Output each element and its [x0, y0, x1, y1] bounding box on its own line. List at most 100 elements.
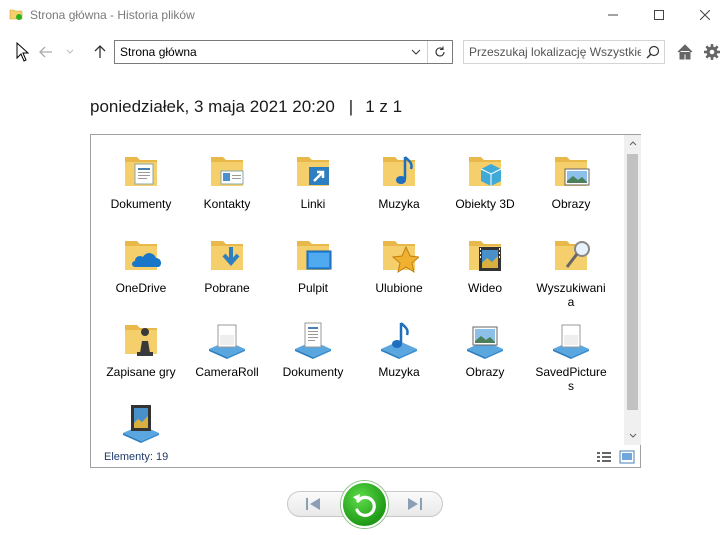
file-item[interactable]: Muzyka: [362, 139, 436, 223]
item-count: Elementy: 19: [104, 451, 169, 463]
documents-folder-icon: [125, 157, 157, 186]
playback-controls: [287, 480, 443, 528]
file-item-label: Obrazy: [465, 365, 505, 379]
file-item-label: SavedPictures: [535, 365, 607, 393]
details-view-icon[interactable]: [596, 450, 612, 464]
music-library-icon: [381, 322, 417, 359]
saved-pictures-library-icon: [553, 324, 589, 359]
file-item-label: Pobrane: [204, 281, 250, 295]
pictures-folder-icon: [555, 157, 590, 186]
documents-library-icon: [295, 322, 331, 359]
scroll-up-button[interactable]: [624, 135, 641, 152]
refresh-button[interactable]: [427, 41, 452, 63]
files-pane: Dokumenty Kontakty Linki Muzyka Obiekty 3D Ob…: [90, 134, 641, 468]
search-placeholder: Przeszukaj lokalizację Wszystkie: [469, 45, 641, 59]
file-item[interactable]: Dokumenty: [276, 307, 350, 391]
file-item-label: Dokumenty: [282, 365, 344, 379]
file-item[interactable]: Zapisane gry: [104, 307, 178, 391]
refresh-icon: [435, 46, 445, 57]
window-title: Strona główna - Historia plików: [30, 8, 195, 22]
file-item-label: Muzyka: [378, 197, 420, 211]
file-item[interactable]: Obrazy: [534, 139, 608, 223]
file-item[interactable]: Muzyka: [362, 307, 436, 391]
minimize-icon: [608, 14, 618, 16]
close-button[interactable]: [682, 0, 728, 30]
3d-objects-folder-icon: [469, 157, 502, 186]
minimize-button[interactable]: [590, 0, 636, 30]
downloads-folder-icon: [211, 241, 243, 270]
chevron-up-icon: [629, 141, 636, 146]
camera-roll-library-icon: [209, 324, 245, 359]
heading-separator: |: [348, 97, 354, 116]
file-item[interactable]: CameraRoll: [190, 307, 264, 391]
items-grid: Dokumenty Kontakty Linki Muzyka Obiekty 3D Ob…: [91, 135, 623, 445]
file-item-label: OneDrive: [115, 281, 167, 295]
address-bar[interactable]: Strona główna: [114, 40, 453, 64]
file-item-label: Pulpit: [297, 281, 329, 295]
file-item-label: Kontakty: [203, 197, 251, 211]
mouse-cursor-icon: [12, 38, 34, 66]
file-item[interactable]: Linki: [276, 139, 350, 223]
large-icons-view-icon[interactable]: [619, 450, 635, 464]
gear-icon[interactable]: [703, 43, 721, 61]
title-bar: Strona główna - Historia plików: [0, 0, 728, 30]
saved-games-folder-icon: [125, 325, 157, 356]
file-item[interactable]: Pulpit: [276, 223, 350, 307]
file-item[interactable]: Wyszukiwania: [534, 223, 608, 309]
back-button[interactable]: [34, 38, 58, 66]
file-item[interactable]: SavedPictures: [534, 307, 608, 393]
file-item-label: Ulubione: [375, 281, 423, 295]
file-item[interactable]: Obrazy: [448, 307, 522, 391]
links-folder-icon: [297, 157, 329, 186]
backup-date-heading: poniedziałek, 3 maja 2021 20:20 | 1 z 1: [90, 97, 402, 117]
up-button[interactable]: [90, 38, 110, 66]
status-bar: Elementy: 19: [91, 446, 640, 468]
maximize-button[interactable]: [636, 0, 682, 30]
address-dropdown-button[interactable]: [406, 41, 426, 63]
home-icon[interactable]: [676, 43, 694, 61]
back-arrow-icon: [39, 46, 52, 58]
desktop-folder-icon: [297, 241, 332, 270]
videos-folder-icon: [469, 241, 501, 271]
file-item[interactable]: Kontakty: [190, 139, 264, 223]
file-item[interactable]: OneDrive: [104, 223, 178, 307]
onedrive-folder-icon: [125, 241, 161, 270]
file-item[interactable]: Wideo: [448, 223, 522, 307]
chevron-down-icon: [411, 49, 421, 55]
chevron-down-icon: [66, 49, 74, 54]
scroll-down-button[interactable]: [624, 427, 641, 444]
file-item[interactable]: Dokumenty: [104, 139, 178, 223]
file-item[interactable]: Ulubione: [362, 223, 436, 307]
backup-date: poniedziałek, 3 maja 2021 20:20: [90, 97, 335, 116]
music-folder-icon: [383, 156, 415, 186]
vertical-scrollbar[interactable]: [624, 135, 641, 445]
scrollbar-thumb[interactable]: [627, 154, 638, 410]
file-item-label: Muzyka: [378, 365, 420, 379]
file-item[interactable]: [104, 391, 178, 445]
chevron-down-icon: [629, 433, 636, 438]
next-version-icon[interactable]: [405, 496, 425, 512]
file-item-label: Zapisane gry: [106, 365, 176, 379]
file-item-label: CameraRoll: [195, 365, 259, 379]
restore-button[interactable]: [341, 481, 388, 528]
version-counter: 1 z 1: [365, 97, 403, 116]
file-item-label: Obrazy: [551, 197, 591, 211]
file-item-label: Obiekty 3D: [455, 197, 515, 211]
searches-folder-icon: [555, 241, 590, 270]
search-input[interactable]: Przeszukaj lokalizację Wszystkie: [463, 40, 665, 64]
file-history-folder-icon: [9, 9, 23, 20]
contacts-folder-icon: [211, 157, 244, 186]
previous-version-icon[interactable]: [303, 496, 323, 512]
file-item-label: Linki: [300, 197, 326, 211]
address-text: Strona główna: [120, 45, 197, 59]
file-item[interactable]: Obiekty 3D: [448, 139, 522, 223]
navigation-bar: Strona główna Przeszukaj lokalizację Wsz…: [0, 38, 728, 68]
file-item[interactable]: Pobrane: [190, 223, 264, 307]
favorites-folder-icon: [383, 241, 419, 274]
file-item-label: Wideo: [467, 281, 502, 295]
search-icon: [646, 45, 660, 59]
restore-icon: [352, 493, 376, 517]
forward-button[interactable]: [62, 38, 78, 66]
file-item-label: Wyszukiwania: [536, 281, 606, 309]
up-arrow-icon: [94, 45, 106, 58]
